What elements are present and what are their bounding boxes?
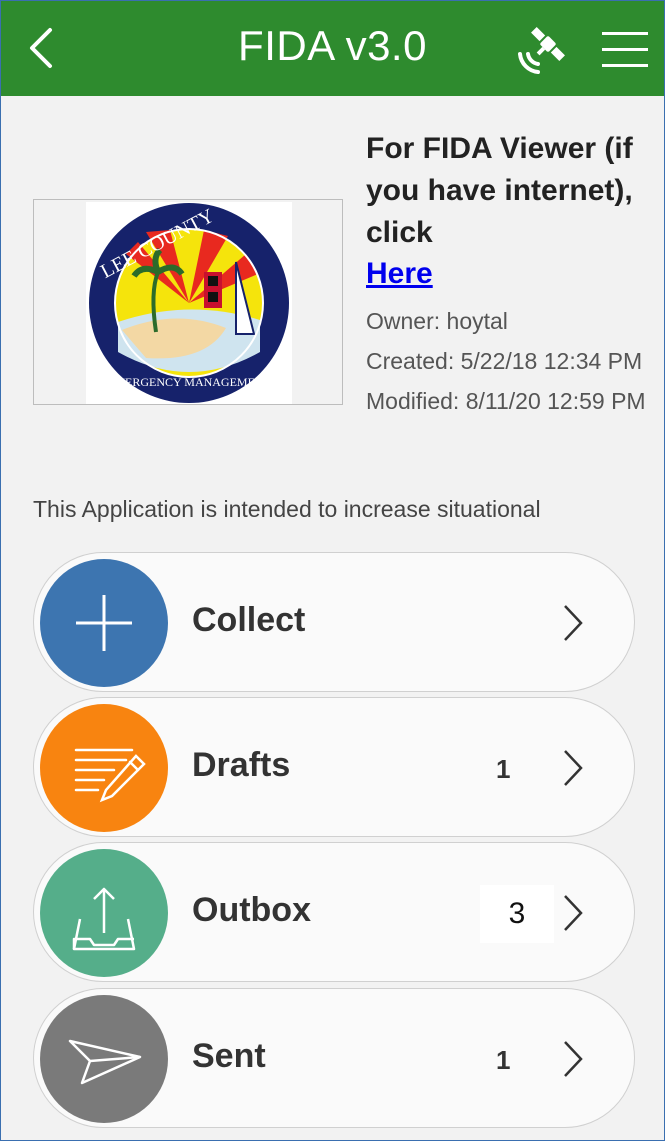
collect-button[interactable]: Collect [33, 552, 635, 692]
chevron-right-icon [564, 1041, 583, 1077]
top-bar: FIDA v3.0 [0, 0, 665, 96]
app-description: This Application is intended to increase… [33, 496, 541, 522]
drafts-icon-circle [40, 704, 168, 832]
collect-icon-circle [40, 559, 168, 687]
satellite-gps-icon[interactable] [512, 20, 572, 80]
outbox-label: Outbox [192, 891, 311, 929]
app-info: For FIDA Viewer (if you have internet), … [366, 128, 656, 416]
drafts-count: 1 [496, 754, 511, 784]
lee-county-logo: LEE COUNTY EMERGENCY MANAGEMENT [86, 202, 292, 404]
chevron-right-icon [564, 895, 583, 931]
sent-label: Sent [192, 1037, 266, 1075]
sent-icon-circle [40, 995, 168, 1123]
sent-button[interactable]: Sent 1 [33, 988, 635, 1128]
chevron-right-icon [564, 750, 583, 786]
edit-list-icon [74, 748, 146, 803]
collect-label: Collect [192, 601, 306, 639]
viewer-link[interactable]: Here [366, 254, 433, 294]
logo-text-bottom: EMERGENCY MANAGEMENT [107, 375, 272, 389]
plus-icon [76, 595, 132, 651]
paper-plane-icon [68, 1039, 142, 1085]
owner-text: Owner: hoytal [366, 308, 508, 334]
modified-text: Modified: 8/11/20 12:59 PM [366, 388, 646, 414]
app-thumbnail: LEE COUNTY EMERGENCY MANAGEMENT [33, 199, 343, 405]
hamburger-menu-icon[interactable] [600, 28, 650, 72]
outbox-icon-circle [40, 849, 168, 977]
chevron-right-icon [564, 605, 583, 641]
created-text: Created: 5/22/18 12:34 PM [366, 348, 643, 374]
drafts-label: Drafts [192, 746, 291, 784]
outbox-count-badge: 3 [480, 885, 554, 943]
viewer-heading: For FIDA Viewer (if you have internet), … [366, 132, 633, 249]
outbox-button[interactable]: Outbox 3 [33, 842, 635, 982]
outbox-upload-icon [72, 887, 136, 951]
drafts-button[interactable]: Drafts 1 [33, 697, 635, 837]
sent-count: 1 [496, 1045, 511, 1075]
